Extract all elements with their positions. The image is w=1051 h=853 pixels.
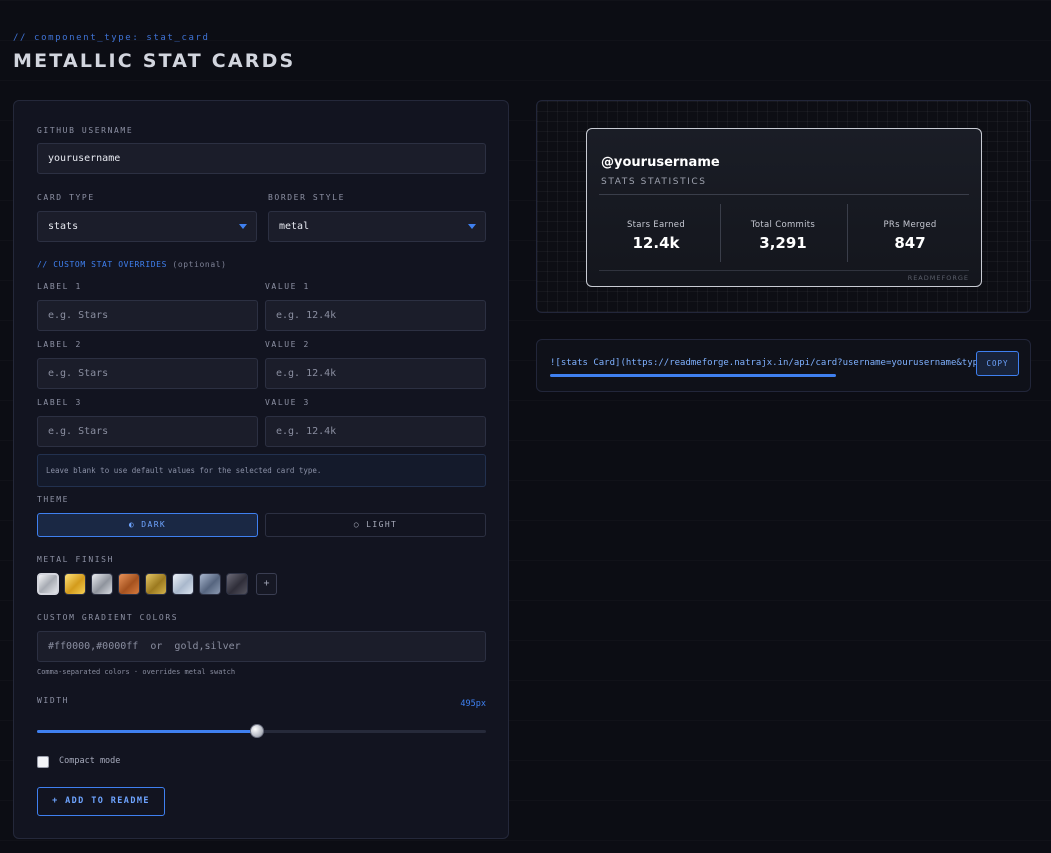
metal-swatch-gunmetal[interactable] <box>226 573 248 595</box>
metal-swatch-copper[interactable] <box>118 573 140 595</box>
chevron-down-icon <box>239 224 247 229</box>
label-2-title: LABEL 2 <box>37 340 82 349</box>
card-type-select[interactable]: stats <box>37 211 257 242</box>
compact-mode-checkbox[interactable] <box>37 756 49 768</box>
theme-label: THEME <box>37 495 70 504</box>
username-field[interactable]: yourusername <box>37 143 486 174</box>
value-1-text[interactable] <box>276 310 475 321</box>
metal-swatch-chrome[interactable] <box>91 573 113 595</box>
overrides-hint: Leave blank to use default values for th… <box>37 454 486 487</box>
value-3-text[interactable] <box>276 426 475 437</box>
add-to-readme-button[interactable]: + ADD TO README <box>37 787 165 816</box>
username-value: yourusername <box>48 153 121 164</box>
overrides-comment: // CUSTOM STAT OVERRIDES <box>37 260 167 269</box>
copy-button[interactable]: COPY <box>976 351 1019 376</box>
gradient-label: CUSTOM GRADIENT COLORS <box>37 613 179 622</box>
width-slider[interactable] <box>37 724 486 738</box>
label-1-input[interactable] <box>37 300 258 331</box>
metal-swatch-steel[interactable] <box>199 573 221 595</box>
gradient-text[interactable] <box>48 641 475 652</box>
value-3-input[interactable] <box>265 416 486 447</box>
metal-swatch-brass[interactable] <box>145 573 167 595</box>
username-label: GITHUB USERNAME <box>37 126 134 135</box>
card-brand: READMEFORGE <box>907 274 969 282</box>
card-username: @yourusername <box>601 155 720 170</box>
label-1-title: LABEL 1 <box>37 282 82 291</box>
value-1-title: VALUE 1 <box>265 282 310 291</box>
gradient-input[interactable] <box>37 631 486 662</box>
width-slider-thumb[interactable] <box>250 724 264 738</box>
metal-swatch-silver[interactable] <box>37 573 59 595</box>
label-3-input[interactable] <box>37 416 258 447</box>
chevron-down-icon <box>468 224 476 229</box>
compact-mode-label: Compact mode <box>59 756 121 766</box>
markdown-code-panel: ![stats Card](https://readmeforge.natraj… <box>536 339 1031 392</box>
page-title: METALLIC STAT CARDS <box>13 50 296 72</box>
stat-label: PRs Merged <box>883 220 937 230</box>
metal-swatch-gold[interactable] <box>64 573 86 595</box>
markdown-snippet[interactable]: ![stats Card](https://readmeforge.natraj… <box>550 358 980 368</box>
stat-commits: Total Commits 3,291 <box>720 203 846 263</box>
border-style-label: BORDER STYLE <box>268 193 345 202</box>
stat-prs: PRs Merged 847 <box>847 203 973 263</box>
value-2-title: VALUE 2 <box>265 340 310 349</box>
stat-value: 3,291 <box>759 234 807 252</box>
stat-value: 12.4k <box>632 234 680 252</box>
card-subtitle: STATS STATISTICS <box>601 177 707 187</box>
width-label: WIDTH <box>37 696 70 705</box>
label-1-text[interactable] <box>48 310 247 321</box>
label-2-text[interactable] <box>48 368 247 379</box>
theme-light-button[interactable]: ○ LIGHT <box>265 513 486 537</box>
width-value: 495px <box>460 699 486 709</box>
gradient-note: Comma-separated colors · overrides metal… <box>37 668 236 676</box>
metal-finish-label: METAL FINISH <box>37 555 114 564</box>
page: // component_type: stat_card METALLIC ST… <box>0 0 1051 853</box>
label-2-input[interactable] <box>37 358 258 389</box>
stat-value: 847 <box>894 234 926 252</box>
add-swatch-button[interactable]: + <box>256 573 277 595</box>
value-3-title: VALUE 3 <box>265 398 310 407</box>
config-panel: GITHUB USERNAME yourusername CARD TYPE s… <box>13 100 509 839</box>
code-scrollbar[interactable] <box>550 374 836 377</box>
stat-card-preview: @yourusername STATS STATISTICS Stars Ear… <box>586 128 982 287</box>
theme-dark-button[interactable]: ◐ DARK <box>37 513 258 537</box>
border-style-select[interactable]: metal <box>268 211 486 242</box>
stat-stars: Stars Earned 12.4k <box>593 203 719 263</box>
width-slider-fill <box>37 730 257 733</box>
overrides-optional: (optional) <box>172 260 227 269</box>
label-3-text[interactable] <box>48 426 247 437</box>
value-1-input[interactable] <box>265 300 486 331</box>
card-preview-panel: @yourusername STATS STATISTICS Stars Ear… <box>536 100 1031 313</box>
card-divider <box>599 194 969 195</box>
metal-swatch-platinum[interactable] <box>172 573 194 595</box>
card-footer-divider <box>599 270 969 271</box>
stat-label: Total Commits <box>750 220 816 230</box>
stat-label: Stars Earned <box>626 220 686 230</box>
value-2-text[interactable] <box>276 368 475 379</box>
label-3-title: LABEL 3 <box>37 398 82 407</box>
card-type-value: stats <box>48 221 79 232</box>
overrides-heading: // CUSTOM STAT OVERRIDES (optional) <box>37 260 227 269</box>
component-type-comment: // component_type: stat_card <box>13 33 210 43</box>
value-2-input[interactable] <box>265 358 486 389</box>
card-type-label: CARD TYPE <box>37 193 95 202</box>
border-style-value: metal <box>279 221 310 232</box>
